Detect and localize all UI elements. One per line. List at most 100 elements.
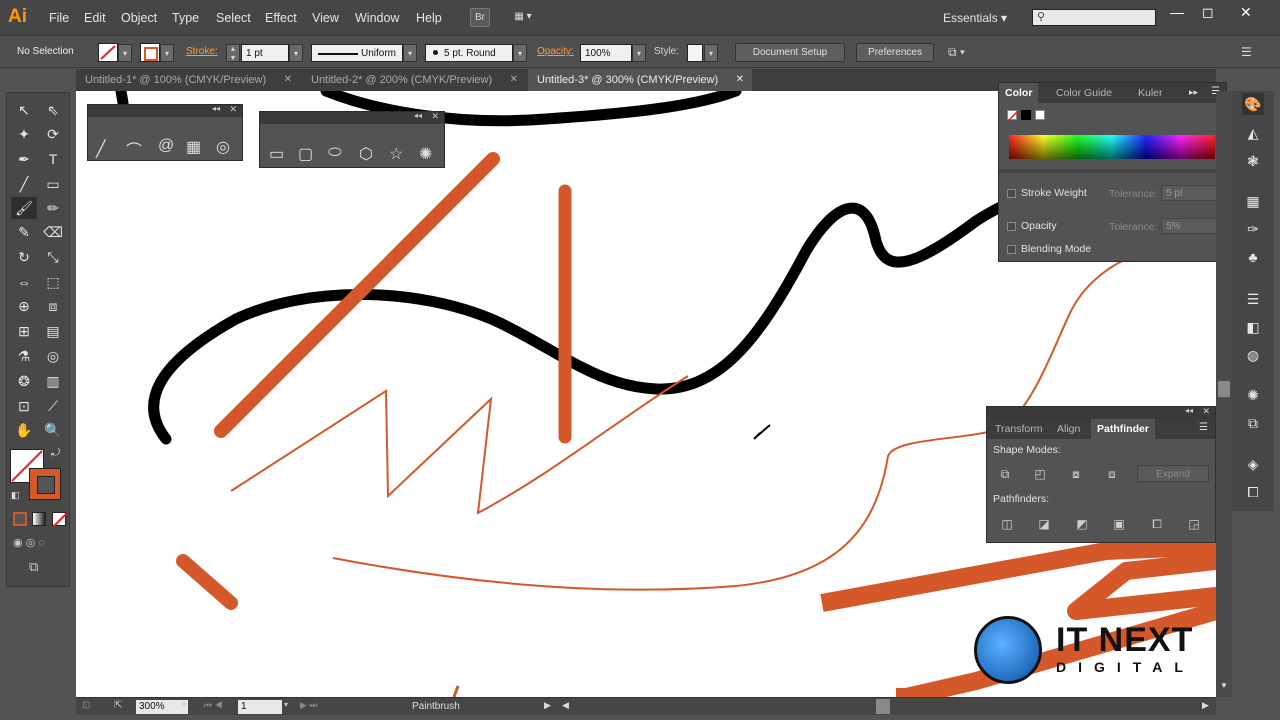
opacity-dropdown[interactable]: ▾ bbox=[632, 44, 646, 62]
tab-untitled-2[interactable]: Untitled-2* @ 200% (CMYK/Preview) ✕ bbox=[302, 69, 526, 91]
document-setup-button[interactable]: Document Setup bbox=[735, 43, 845, 62]
bridge-button[interactable]: Br bbox=[470, 8, 490, 27]
none-mode-icon[interactable] bbox=[52, 512, 67, 527]
type-tool-icon[interactable]: T bbox=[40, 148, 66, 170]
swatches-icon[interactable]: ▦ bbox=[1242, 190, 1264, 212]
zoom-tool-icon[interactable]: 🔍 bbox=[40, 419, 66, 441]
style-dropdown[interactable]: ▾ bbox=[704, 44, 718, 62]
polar-grid-tool-icon[interactable]: ◎ bbox=[216, 137, 230, 157]
flare-tool-icon[interactable]: ✺ bbox=[419, 144, 432, 164]
hand-tool-icon[interactable]: ✋ bbox=[11, 419, 37, 441]
stroke-label[interactable]: Stroke: bbox=[186, 46, 218, 57]
first-artboard-icon[interactable]: ⏮ ◀ bbox=[204, 700, 223, 711]
close-icon[interactable]: ✕ bbox=[1202, 406, 1210, 417]
stroke-weight-dropdown[interactable]: ▾ bbox=[289, 44, 303, 62]
pen-tool-icon[interactable]: ✒ bbox=[11, 148, 37, 170]
opacity-label[interactable]: Opacity: bbox=[537, 46, 574, 57]
expand-button[interactable]: Expand bbox=[1137, 465, 1209, 482]
vertical-scrollbar[interactable]: ▼ bbox=[1216, 91, 1232, 697]
stroke-icon[interactable]: ☰ bbox=[1242, 288, 1264, 310]
opacity-tolerance-field[interactable]: 5% bbox=[1161, 218, 1221, 234]
crop-icon[interactable]: ▣ bbox=[1109, 515, 1129, 533]
brushes-icon[interactable]: ✑ bbox=[1242, 218, 1264, 240]
tab-color-guide[interactable]: Color Guide bbox=[1050, 83, 1118, 103]
tab-color[interactable]: Color bbox=[999, 83, 1039, 103]
spiral-tool-icon[interactable]: @ bbox=[158, 137, 174, 155]
star-tool-icon[interactable]: ☆ bbox=[389, 144, 403, 164]
panel-menu-icon[interactable]: ☰ bbox=[1241, 45, 1252, 59]
collapse-icon[interactable]: ◂◂ bbox=[1185, 406, 1193, 415]
polygon-tool-icon[interactable]: ⬡ bbox=[359, 144, 373, 164]
menu-help[interactable]: Help bbox=[416, 11, 442, 25]
menu-effect[interactable]: Effect bbox=[265, 11, 297, 25]
tab-align[interactable]: Align bbox=[1051, 419, 1086, 439]
close-icon[interactable]: ✕ bbox=[431, 111, 439, 122]
intersect-icon[interactable]: ⧇ bbox=[1066, 465, 1086, 483]
transparency-icon[interactable]: ◍ bbox=[1242, 344, 1264, 366]
blending-mode-checkbox[interactable] bbox=[1007, 245, 1016, 254]
collapse-icon[interactable]: ◂◂ bbox=[212, 104, 220, 113]
horizontal-scroll-thumb[interactable] bbox=[876, 699, 890, 714]
screen-mode-icon[interactable]: ⧉ bbox=[29, 559, 38, 575]
color-panel-icon[interactable]: 🎨 bbox=[1242, 93, 1264, 115]
artboard-tool-icon[interactable]: ⊡ bbox=[11, 395, 37, 417]
panel-menu-icon[interactable]: ☰ bbox=[1199, 422, 1208, 433]
close-icon[interactable]: ✕ bbox=[510, 69, 518, 91]
stroke-swatch[interactable] bbox=[140, 43, 160, 62]
ellipse-tool-icon[interactable]: ⬭ bbox=[328, 144, 342, 162]
status-menu-icon[interactable]: ▶ bbox=[544, 700, 551, 711]
color-spectrum[interactable] bbox=[1009, 135, 1215, 159]
menu-object[interactable]: Object bbox=[121, 11, 157, 25]
collapse-icon[interactable]: ◂◂ bbox=[414, 111, 422, 120]
magic-wand-tool-icon[interactable]: ✦ bbox=[11, 123, 37, 145]
line-segment-tool-icon[interactable]: ╱ bbox=[96, 139, 106, 159]
next-artboard-icon[interactable]: ▶ ⏭ bbox=[300, 700, 318, 711]
tearoff-header[interactable]: ◂◂ ✕ bbox=[88, 104, 242, 117]
color-guide-icon[interactable]: ◭ bbox=[1242, 122, 1264, 144]
draw-mode-icons[interactable]: ◉ ◎ ◌ bbox=[13, 536, 45, 549]
artboards-icon[interactable]: ⧠ bbox=[1242, 481, 1264, 503]
opacity-field[interactable]: 100% bbox=[580, 44, 632, 62]
white-swatch[interactable] bbox=[1035, 110, 1045, 120]
opacity-checkbox[interactable] bbox=[1007, 222, 1016, 231]
tab-kuler[interactable]: Kuler bbox=[1132, 83, 1169, 103]
divide-icon[interactable]: ◫ bbox=[997, 515, 1017, 533]
stroke-dropdown[interactable]: ▾ bbox=[160, 44, 174, 62]
none-swatch[interactable] bbox=[1007, 110, 1018, 121]
mesh-tool-icon[interactable]: ⊞ bbox=[11, 320, 37, 342]
free-transform-tool-icon[interactable]: ⬚ bbox=[40, 271, 66, 293]
minus-front-icon[interactable]: ◰ bbox=[1030, 465, 1050, 483]
tearoff-header[interactable]: ◂◂ ✕ bbox=[260, 111, 444, 124]
panel-titlebar[interactable]: ◂◂ ✕ bbox=[987, 406, 1215, 419]
preferences-button[interactable]: Preferences bbox=[856, 43, 934, 62]
rectangular-grid-tool-icon[interactable]: ▦ bbox=[186, 137, 201, 157]
graphic-styles-icon[interactable]: ⧉ bbox=[1242, 412, 1264, 434]
profile-dropdown[interactable]: ▾ bbox=[403, 44, 417, 62]
arc-tool-icon[interactable]: ⌒ bbox=[126, 137, 142, 161]
rectangle-tool-icon[interactable]: ▭ bbox=[269, 144, 284, 164]
menu-edit[interactable]: Edit bbox=[84, 11, 106, 25]
width-tool-icon[interactable]: ⇔ bbox=[11, 271, 37, 293]
menu-window[interactable]: Window bbox=[355, 11, 399, 25]
layers-icon[interactable]: ◈ bbox=[1242, 453, 1264, 475]
scroll-left-icon[interactable]: ◀ bbox=[562, 700, 569, 711]
stroke-tolerance-field[interactable]: 5 pt bbox=[1161, 185, 1221, 201]
rounded-rectangle-tool-icon[interactable]: ▢ bbox=[298, 144, 313, 164]
eraser-tool-icon[interactable]: ⌫ bbox=[40, 221, 66, 243]
exclude-icon[interactable]: ⧈ bbox=[1102, 465, 1122, 483]
default-fill-stroke-icon[interactable]: ◧ bbox=[11, 490, 20, 501]
scroll-down-icon[interactable]: ▼ bbox=[1220, 681, 1228, 690]
stroke-weight-field[interactable]: 1 pt bbox=[241, 44, 289, 62]
perspective-grid-tool-icon[interactable]: ⧈ bbox=[40, 295, 66, 317]
close-button[interactable]: ✕ bbox=[1240, 4, 1252, 21]
export-icon[interactable]: ⇱ bbox=[114, 700, 122, 711]
tab-untitled-3[interactable]: Untitled-3* @ 300% (CMYK/Preview) ✕ bbox=[528, 69, 752, 91]
close-icon[interactable]: ✕ bbox=[284, 69, 292, 91]
stroke-weight-stepper[interactable]: ▲ ▼ bbox=[226, 44, 240, 62]
appearance-icon[interactable]: ✺ bbox=[1242, 384, 1264, 406]
zoom-field[interactable]: 300% bbox=[136, 700, 188, 714]
unite-icon[interactable]: ⧉ bbox=[995, 465, 1015, 483]
rectangle-tool-icon[interactable]: ▭ bbox=[40, 173, 66, 195]
black-swatch[interactable] bbox=[1021, 110, 1031, 120]
variable-width-profile[interactable]: Uniform bbox=[311, 44, 403, 62]
